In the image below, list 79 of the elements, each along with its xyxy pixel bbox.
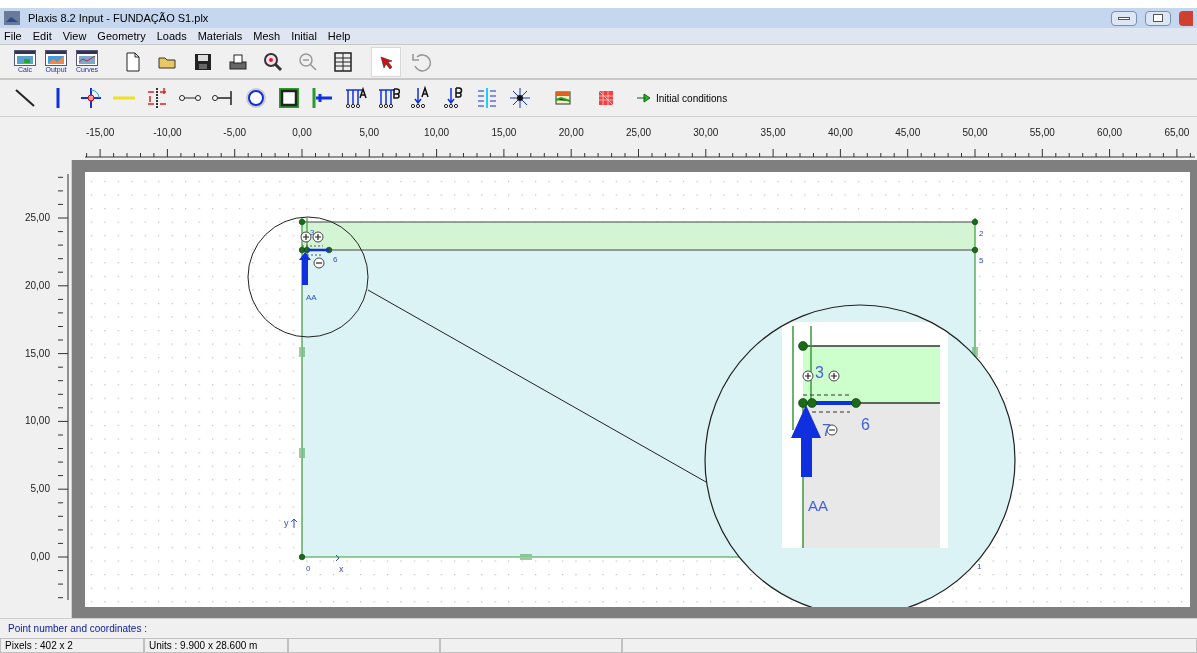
point-number: 6	[861, 416, 870, 433]
menu-item[interactable]: Mesh	[253, 27, 281, 45]
geometry-point	[798, 398, 808, 408]
point-number: 1	[977, 562, 982, 571]
y-axis-arrow	[290, 518, 298, 529]
curves-program-icon	[76, 49, 98, 66]
ruler-label: -10,00	[153, 127, 182, 138]
menu-item[interactable]: Help	[327, 27, 351, 45]
ruler-label: -5,00	[223, 127, 247, 138]
ruler-label: 55,00	[1029, 127, 1055, 138]
ruler-label: 15,00	[491, 127, 517, 138]
geometry-point	[971, 218, 979, 226]
ruler-label: 35,00	[760, 127, 786, 138]
ruler-label: 0,00	[30, 551, 50, 562]
maximize-button[interactable]	[1145, 10, 1171, 26]
point-number: 2	[979, 229, 984, 238]
menu-item[interactable]: Geometry	[97, 27, 146, 45]
menu-item[interactable]: Loads	[156, 27, 187, 45]
output-program-icon	[45, 49, 67, 66]
minimize-button[interactable]	[1111, 10, 1137, 26]
calc-program-icon	[14, 49, 36, 66]
geometry-point	[298, 218, 306, 226]
load-arrow	[299, 252, 311, 285]
point-number: 7	[822, 422, 831, 439]
menu-item[interactable]: Edit	[32, 27, 52, 45]
axis-label: y	[284, 518, 289, 528]
ruler-label: 20,00	[24, 279, 50, 291]
dashed-line	[802, 394, 851, 413]
ruler-label: 50,00	[962, 127, 988, 138]
load-label: AA	[808, 497, 828, 514]
arrow-icon	[636, 93, 652, 103]
plate-line	[308, 248, 329, 252]
minus-sign-icon	[313, 257, 325, 269]
geometry-point	[851, 398, 861, 408]
ruler-label: 10,00	[24, 415, 50, 427]
point-number: 0	[306, 564, 311, 573]
point-number: 5	[979, 256, 984, 265]
plus-sign-icon	[828, 370, 840, 382]
geometry-point	[798, 341, 808, 351]
app-icon	[4, 11, 20, 25]
ruler-label: 15,00	[24, 347, 50, 359]
menu-item[interactable]: Materials	[197, 27, 243, 45]
initial-conditions-button[interactable]: Initial conditions	[636, 90, 728, 106]
point-number: 3	[310, 228, 315, 237]
ruler-label: 30,00	[693, 127, 719, 138]
close-button[interactable]	[1179, 10, 1193, 26]
ruler-label: 65,00	[1164, 127, 1190, 138]
ruler-label: 10,00	[424, 127, 450, 138]
axis-label: x	[339, 564, 344, 574]
ruler-label: 40,00	[827, 127, 853, 138]
ruler-label: 25,00	[24, 212, 50, 223]
ruler-label: 20,00	[558, 127, 584, 138]
ruler-label: 60,00	[1097, 127, 1123, 138]
geometry-point	[971, 246, 979, 254]
dashed-line	[301, 245, 324, 256]
window-title: Plaxis 8.2 Input - FUNDAÇÃO S1.plx	[28, 10, 209, 26]
hint-text: Point number and coordinates :	[8, 622, 147, 636]
load-arrow	[791, 405, 821, 477]
ruler-label: 5,00	[30, 483, 50, 495]
status-field: Pixels : 402 x 2	[0, 638, 144, 653]
geometry-point	[325, 246, 333, 254]
point-number: 3	[815, 364, 824, 381]
menu-item[interactable]: File	[4, 27, 22, 45]
ruler-label: 5,00	[359, 127, 380, 138]
geometry-point	[298, 553, 306, 561]
load-label: AA	[306, 293, 317, 302]
menu-item[interactable]: Initial	[291, 27, 317, 45]
ruler-label: -15,00	[85, 127, 115, 138]
plus-sign-icon	[802, 370, 814, 382]
ruler-label: 0,00	[292, 127, 312, 138]
status-field: Units : 9.900 x 28.600 m	[144, 638, 288, 653]
ruler-label: 45,00	[895, 127, 921, 138]
menu-item[interactable]: View	[62, 27, 87, 45]
plus-sign-icon	[312, 231, 324, 243]
geometry-point	[807, 398, 817, 408]
plus-sign-icon	[300, 231, 312, 243]
ruler-label: 25,00	[626, 127, 651, 138]
pointer-icon[interactable]	[371, 46, 401, 77]
point-number: 6	[333, 255, 338, 264]
